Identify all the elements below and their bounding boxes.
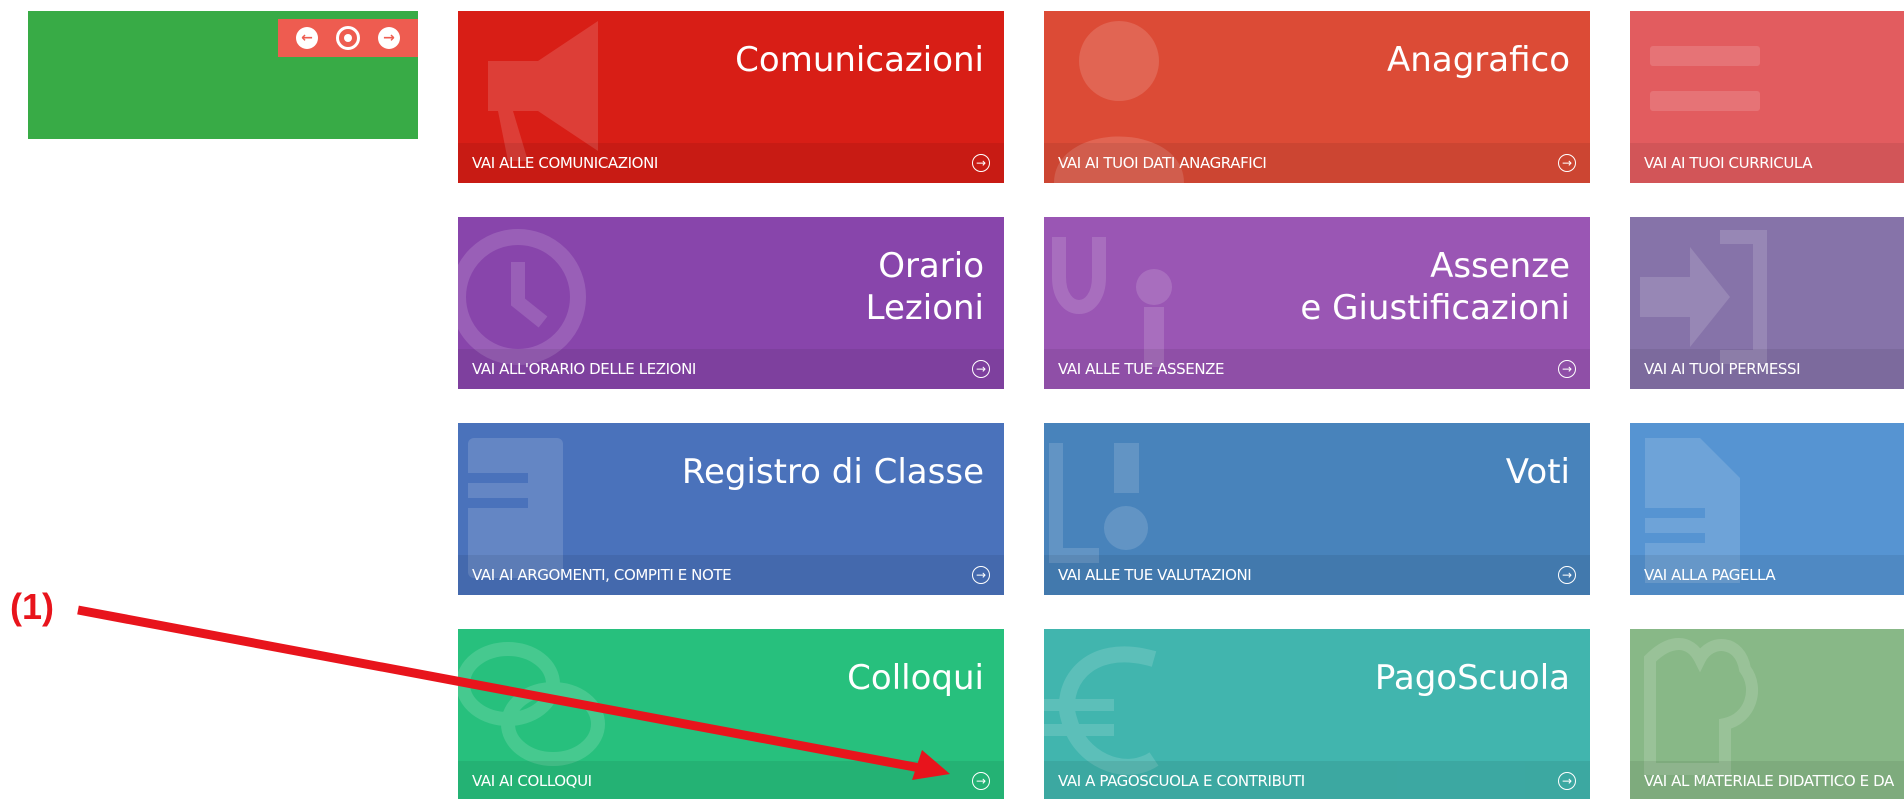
- tile-footer[interactable]: VAI AI ARGOMENTI, COMPITI E NOTE →: [458, 555, 1004, 595]
- tile-title: Comunicazioni: [735, 40, 984, 80]
- tile-link-label[interactable]: VAI AI COLLOQUI: [458, 772, 592, 790]
- tile-footer[interactable]: VAI ALLE TUE ASSENZE →: [1044, 349, 1590, 389]
- tile-footer[interactable]: VAI AI TUOI PERMESSI: [1630, 349, 1904, 389]
- tile-anagrafico[interactable]: Anagrafico VAI AI TUOI DATI ANAGRAFICI →: [1044, 11, 1590, 183]
- arrow-circle-icon[interactable]: →: [972, 772, 990, 790]
- tile-link-label[interactable]: VAI AI TUOI CURRICULA: [1630, 154, 1812, 172]
- tile-footer[interactable]: VAI ALLE TUE VALUTAZIONI →: [1044, 555, 1590, 595]
- tile-title: Registro di Classe: [681, 452, 984, 492]
- tile-footer[interactable]: VAI AI TUOI CURRICULA: [1630, 143, 1904, 183]
- widget-controls: ← →: [278, 19, 418, 57]
- tile-footer[interactable]: VAI ALLA PAGELLA: [1630, 555, 1904, 595]
- tile-footer[interactable]: VAI AI TUOI DATI ANAGRAFICI →: [1044, 143, 1590, 183]
- arrow-circle-icon[interactable]: →: [1558, 566, 1576, 584]
- tile-link-label[interactable]: VAI ALLE COMUNICAZIONI: [458, 154, 658, 172]
- tile-title: Assenze e Giustificazioni: [1300, 246, 1570, 328]
- arrow-circle-icon[interactable]: →: [972, 154, 990, 172]
- tile-voti[interactable]: Voti VAI ALLE TUE VALUTAZIONI →: [1044, 423, 1590, 595]
- target-icon[interactable]: [336, 26, 360, 50]
- tile-footer[interactable]: VAI A PAGOSCUOLA E CONTRIBUTI →: [1044, 761, 1590, 799]
- arrow-left-icon[interactable]: ←: [296, 27, 318, 49]
- green-widget: ← →: [28, 11, 418, 139]
- tile-link-label[interactable]: VAI ALLE TUE ASSENZE: [1044, 360, 1225, 378]
- tile-pagella[interactable]: VAI ALLA PAGELLA: [1630, 423, 1904, 595]
- tile-materiale[interactable]: VAI AL MATERIALE DIDATTICO E DA: [1630, 629, 1904, 799]
- tile-footer[interactable]: VAI AL MATERIALE DIDATTICO E DA: [1630, 761, 1904, 799]
- arrow-circle-icon[interactable]: →: [1558, 360, 1576, 378]
- tile-title: Orario Lezioni: [865, 246, 984, 328]
- arrow-right-icon[interactable]: →: [378, 27, 400, 49]
- tile-link-label[interactable]: VAI AI ARGOMENTI, COMPITI E NOTE: [458, 566, 732, 584]
- arrow-circle-icon[interactable]: →: [1558, 154, 1576, 172]
- annotation-label: (1): [10, 586, 54, 627]
- tile-pagoscuola[interactable]: PagoScuola VAI A PAGOSCUOLA E CONTRIBUTI…: [1044, 629, 1590, 799]
- arrow-circle-icon[interactable]: →: [1558, 772, 1576, 790]
- tile-link-label[interactable]: VAI ALLA PAGELLA: [1630, 566, 1776, 584]
- arrow-circle-icon[interactable]: →: [972, 360, 990, 378]
- tile-link-label[interactable]: VAI A PAGOSCUOLA E CONTRIBUTI: [1044, 772, 1305, 790]
- tile-permessi[interactable]: VAI AI TUOI PERMESSI: [1630, 217, 1904, 389]
- tile-link-label[interactable]: VAI ALLE TUE VALUTAZIONI: [1044, 566, 1252, 584]
- tile-link-label[interactable]: VAI AI TUOI PERMESSI: [1630, 360, 1801, 378]
- tile-colloqui[interactable]: Colloqui VAI AI COLLOQUI →: [458, 629, 1004, 799]
- tile-link-label[interactable]: VAI AI TUOI DATI ANAGRAFICI: [1044, 154, 1267, 172]
- tile-title: Colloqui: [847, 658, 984, 698]
- tile-link-label[interactable]: VAI ALL'ORARIO DELLE LEZIONI: [458, 360, 696, 378]
- tile-title: Voti: [1505, 452, 1570, 492]
- tile-footer[interactable]: VAI ALL'ORARIO DELLE LEZIONI →: [458, 349, 1004, 389]
- tile-title: Anagrafico: [1387, 40, 1570, 80]
- tile-curricula[interactable]: VAI AI TUOI CURRICULA: [1630, 11, 1904, 183]
- tile-comunicazioni[interactable]: Comunicazioni VAI ALLE COMUNICAZIONI →: [458, 11, 1004, 183]
- tile-footer[interactable]: VAI AI COLLOQUI →: [458, 761, 1004, 799]
- dashboard: ← → Comunicazioni VAI ALLE COMUNICAZIONI…: [0, 0, 1904, 799]
- tile-footer[interactable]: VAI ALLE COMUNICAZIONI →: [458, 143, 1004, 183]
- tile-orario-lezioni[interactable]: Orario Lezioni VAI ALL'ORARIO DELLE LEZI…: [458, 217, 1004, 389]
- arrow-circle-icon[interactable]: →: [972, 566, 990, 584]
- tile-title: PagoScuola: [1374, 658, 1570, 698]
- tile-assenze[interactable]: Assenze e Giustificazioni VAI ALLE TUE A…: [1044, 217, 1590, 389]
- tile-registro-classe[interactable]: Registro di Classe VAI AI ARGOMENTI, COM…: [458, 423, 1004, 595]
- tile-link-label[interactable]: VAI AL MATERIALE DIDATTICO E DA: [1630, 772, 1894, 790]
